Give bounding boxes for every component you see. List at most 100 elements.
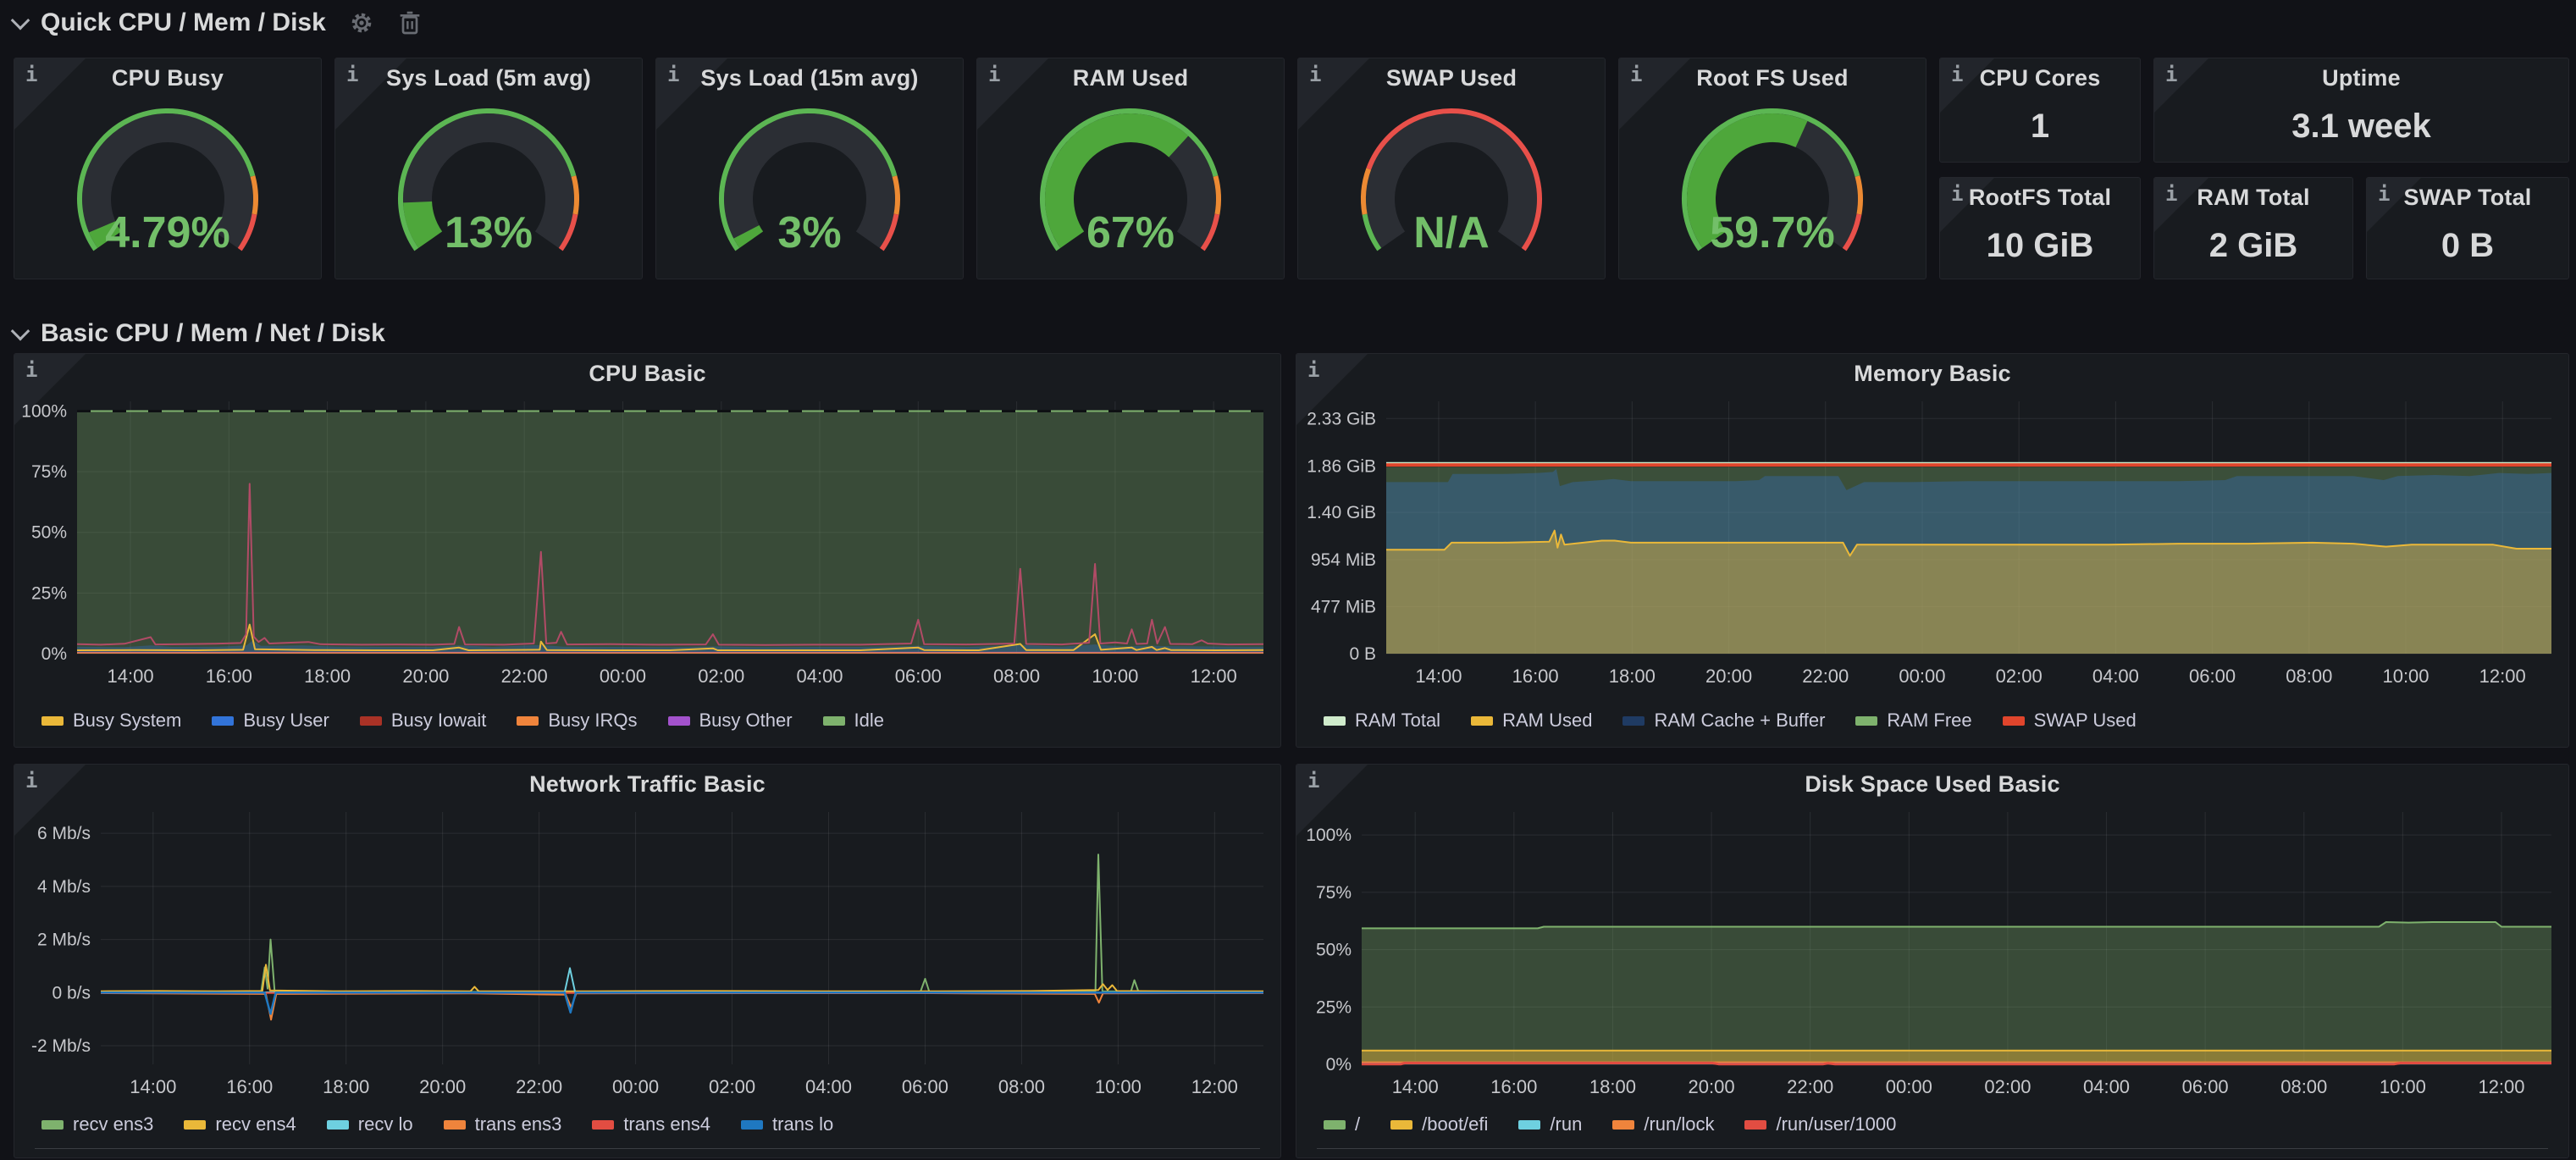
legend-swatch: [1390, 1120, 1412, 1130]
svg-text:16:00: 16:00: [1490, 1076, 1537, 1097]
legend-item-swap-used[interactable]: SWAP Used: [2003, 710, 2137, 732]
network-traffic-basic-legend: recv ens3 recv ens4 recv lo trans ens3 trans…: [41, 1113, 864, 1135]
cpu-basic-chart[interactable]: 14:0016:0018:0020:0022:0000:0002:0004:00…: [21, 393, 1275, 693]
legend-item-idle[interactable]: Idle: [823, 710, 884, 732]
stat-value: 3.1 week: [2154, 108, 2568, 146]
stat-value: 10 GiB: [1940, 227, 2140, 265]
legend-item-busy-other[interactable]: Busy Other: [668, 710, 793, 732]
legend-item-ram-used[interactable]: RAM Used: [1471, 710, 1592, 732]
legend-item--boot-efi[interactable]: /boot/efi: [1390, 1113, 1488, 1135]
legend-label: RAM Free: [1887, 710, 1971, 732]
legend-label: recv ens4: [215, 1113, 296, 1135]
memory-basic-chart[interactable]: 14:0016:0018:0020:0022:0000:0002:0004:00…: [1303, 393, 2563, 693]
svg-text:75%: 75%: [31, 462, 67, 482]
legend-item-trans-ens3[interactable]: trans ens3: [444, 1113, 562, 1135]
legend-label: RAM Used: [1502, 710, 1592, 732]
svg-text:1.40 GiB: 1.40 GiB: [1307, 503, 1376, 522]
svg-text:16:00: 16:00: [1512, 666, 1559, 687]
legend-label: /boot/efi: [1422, 1113, 1488, 1135]
svg-text:12:00: 12:00: [1191, 1076, 1238, 1097]
svg-text:0%: 0%: [1326, 1055, 1352, 1074]
svg-text:10:00: 10:00: [1092, 666, 1138, 687]
legend-swatch: [41, 716, 64, 726]
panel-swap-used: i SWAP Used N/A: [1297, 58, 1606, 279]
svg-text:2.33 GiB: 2.33 GiB: [1307, 409, 1376, 428]
stat-value: 1: [1940, 108, 2140, 146]
svg-text:14:00: 14:00: [130, 1076, 176, 1097]
legend-item-trans-ens4[interactable]: trans ens4: [592, 1113, 710, 1135]
panel-cpu-cores: i CPU Cores 1: [1939, 58, 2141, 163]
svg-text:02:00: 02:00: [1984, 1076, 2031, 1097]
legend-item-ram-cache-buffer[interactable]: RAM Cache + Buffer: [1622, 710, 1825, 732]
legend-item-busy-user[interactable]: Busy User: [212, 710, 329, 732]
legend-swatch: [1471, 716, 1493, 726]
legend-label: Busy User: [243, 710, 329, 732]
svg-text:08:00: 08:00: [993, 666, 1040, 687]
svg-text:0%: 0%: [41, 644, 67, 664]
panel-title: SWAP Used: [1298, 65, 1605, 91]
legend-item-ram-total[interactable]: RAM Total: [1324, 710, 1440, 732]
svg-text:12:00: 12:00: [2479, 666, 2526, 687]
legend-swatch: [41, 1120, 64, 1130]
svg-text:00:00: 00:00: [600, 666, 646, 687]
legend-item-recv-ens3[interactable]: recv ens3: [41, 1113, 153, 1135]
legend-swatch: [1324, 716, 1346, 726]
panel-title: CPU Cores: [1940, 65, 2140, 91]
panel-cpu-busy: i CPU Busy 4.79%: [14, 58, 322, 279]
gauge-value: 59.7%: [1619, 207, 1926, 258]
legend-label: Busy System: [73, 710, 181, 732]
legend-label: recv ens3: [73, 1113, 153, 1135]
legend-item-recv-ens4[interactable]: recv ens4: [184, 1113, 296, 1135]
disk-space-used-basic-chart[interactable]: 14:0016:0018:0020:0022:0000:0002:0004:00…: [1303, 804, 2563, 1103]
panel-uptime: i Uptime 3.1 week: [2153, 58, 2569, 163]
svg-text:6 Mb/s: 6 Mb/s: [37, 824, 91, 843]
section-header-basic[interactable]: Basic CPU / Mem / Net / Disk: [14, 319, 385, 348]
panel-ram-total: i RAM Total 2 GiB: [2153, 177, 2353, 279]
svg-text:00:00: 00:00: [1899, 666, 1945, 687]
panel-title: Disk Space Used Basic: [1296, 771, 2568, 798]
legend-item--run-lock[interactable]: /run/lock: [1612, 1113, 1714, 1135]
legend-item-trans-lo[interactable]: trans lo: [741, 1113, 833, 1135]
legend-divider: [1317, 1148, 2548, 1149]
stat-value: 0 B: [2367, 227, 2568, 265]
gauge-value: 67%: [977, 207, 1284, 258]
legend-item-ram-free[interactable]: RAM Free: [1855, 710, 1971, 732]
legend-label: Busy IRQs: [548, 710, 637, 732]
legend-item--run-user-1000[interactable]: /run/user/1000: [1744, 1113, 1896, 1135]
legend-item-busy-system[interactable]: Busy System: [41, 710, 181, 732]
legend-label: /: [1355, 1113, 1360, 1135]
legend-label: Idle: [854, 710, 884, 732]
legend-item--run[interactable]: /run: [1518, 1113, 1582, 1135]
svg-text:04:00: 04:00: [796, 666, 843, 687]
legend-swatch: [184, 1120, 206, 1130]
svg-text:22:00: 22:00: [1802, 666, 1849, 687]
chevron-down-icon: [11, 11, 30, 30]
svg-text:25%: 25%: [1316, 997, 1352, 1017]
network-traffic-basic-chart[interactable]: 14:0016:0018:0020:0022:0000:0002:0004:00…: [21, 804, 1275, 1103]
svg-text:00:00: 00:00: [612, 1076, 659, 1097]
legend-divider: [35, 1148, 1260, 1149]
legend-swatch: [823, 716, 845, 726]
legend-swatch: [1855, 716, 1877, 726]
legend-label: RAM Cache + Buffer: [1654, 710, 1825, 732]
trash-icon[interactable]: [397, 9, 423, 36]
panel-title: Uptime: [2154, 65, 2568, 91]
legend-label: /run/lock: [1644, 1113, 1714, 1135]
legend-item-busy-irqs[interactable]: Busy IRQs: [517, 710, 637, 732]
panel-rootfs-total: i RootFS Total 10 GiB: [1939, 177, 2141, 279]
legend-item-recv-lo[interactable]: recv lo: [327, 1113, 413, 1135]
legend-item--[interactable]: /: [1324, 1113, 1360, 1135]
svg-text:06:00: 06:00: [895, 666, 942, 687]
legend-swatch: [1324, 1120, 1346, 1130]
svg-text:02:00: 02:00: [1996, 666, 2043, 687]
svg-text:20:00: 20:00: [419, 1076, 466, 1097]
legend-label: trans ens3: [475, 1113, 562, 1135]
section-header-quick[interactable]: Quick CPU / Mem / Disk: [14, 8, 423, 37]
svg-text:02:00: 02:00: [698, 666, 744, 687]
svg-text:14:00: 14:00: [108, 666, 154, 687]
svg-text:18:00: 18:00: [304, 666, 351, 687]
legend-item-busy-iowait[interactable]: Busy Iowait: [360, 710, 487, 732]
svg-text:2 Mb/s: 2 Mb/s: [37, 931, 91, 950]
gear-icon[interactable]: [348, 9, 375, 36]
gauge-value: N/A: [1298, 207, 1605, 258]
